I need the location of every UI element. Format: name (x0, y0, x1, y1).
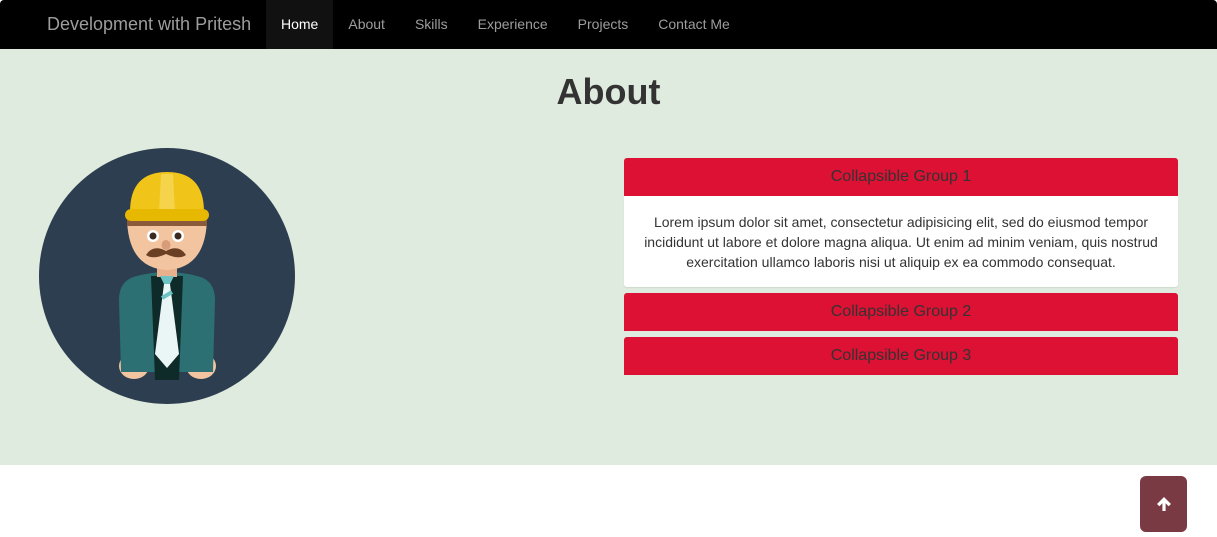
nav-item-about[interactable]: About (333, 0, 400, 49)
accordion: Collapsible Group 1 Lorem ipsum dolor si… (624, 158, 1178, 375)
nav-menu: Home About Skills Experience Projects Co… (266, 0, 745, 49)
nav-item-projects[interactable]: Projects (563, 0, 644, 49)
nav-item-experience[interactable]: Experience (463, 0, 563, 49)
section-title: About (556, 71, 661, 112)
accordion-body-1: Lorem ipsum dolor sit amet, consectetur … (624, 196, 1178, 287)
navbar-brand[interactable]: Development with Pritesh (47, 0, 251, 49)
nav-item-home[interactable]: Home (266, 0, 334, 49)
accordion-header-3[interactable]: Collapsible Group 3 (624, 337, 1178, 375)
worker-avatar-icon (39, 148, 295, 404)
arrow-up-icon (1156, 497, 1171, 511)
navbar: Development with Pritesh Home About Skil… (0, 0, 1217, 49)
nav-item-skills[interactable]: Skills (400, 0, 463, 49)
scroll-to-top-button[interactable] (1140, 476, 1187, 532)
accordion-header-2[interactable]: Collapsible Group 2 (624, 293, 1178, 331)
nav-item-contact[interactable]: Contact Me (643, 0, 745, 49)
about-section: About Collapsible Group 1 Lorem ipsum do… (0, 49, 1217, 465)
accordion-header-1[interactable]: Collapsible Group 1 (624, 158, 1178, 196)
